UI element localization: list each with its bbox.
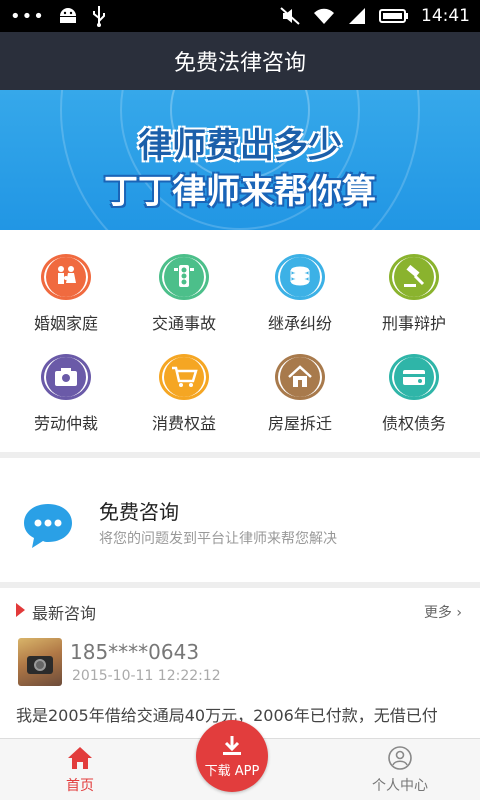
category-criminal-defense[interactable]: 刑事辩护 bbox=[354, 230, 474, 333]
category-label: 消费权益 bbox=[151, 414, 216, 433]
camera-icon bbox=[41, 354, 91, 400]
status-bar: ••• 14:41 bbox=[0, 0, 480, 32]
promo-banner[interactable]: 律师费出多少 丁丁律师来帮你算 bbox=[0, 90, 480, 230]
category-grid: 婚姻家庭 交通事故 继承纠纷 刑事辩护 劳动仲裁 消费权益 房屋拆迁 债权债务 bbox=[0, 230, 480, 452]
category-label: 劳动仲裁 bbox=[33, 414, 98, 433]
latest-title: 最新咨询 bbox=[32, 604, 97, 623]
traffic-light-icon bbox=[159, 254, 209, 300]
user-icon bbox=[388, 746, 412, 770]
banner-line-1: 律师费出多少 bbox=[138, 126, 342, 166]
more-label: 更多 bbox=[423, 605, 452, 621]
consult-title: 免费咨询 bbox=[99, 500, 179, 524]
clock: 14:41 bbox=[421, 6, 470, 26]
android-icon bbox=[59, 8, 76, 23]
category-inheritance[interactable]: 继承纠纷 bbox=[240, 230, 360, 333]
gavel-icon bbox=[389, 254, 439, 300]
download-app-button[interactable]: 下载 APP bbox=[196, 720, 268, 792]
nav-profile[interactable]: 个人中心 bbox=[320, 739, 480, 801]
more-link[interactable]: 更多 › bbox=[424, 602, 462, 622]
category-consumer-rights[interactable]: 消费权益 bbox=[124, 330, 244, 433]
battery-icon bbox=[379, 9, 408, 23]
avatar bbox=[18, 638, 62, 686]
category-marriage-family[interactable]: 婚姻家庭 bbox=[6, 230, 126, 333]
banner-line-2: 丁丁律师来帮你算 bbox=[104, 172, 376, 212]
nav-home[interactable]: 首页 bbox=[0, 739, 160, 801]
mute-icon bbox=[280, 7, 300, 25]
wifi-icon bbox=[314, 8, 334, 24]
chevron-right-icon: › bbox=[456, 605, 462, 621]
latest-consultations: 最新咨询 更多 › 185****0643 2015-10-11 12:22:1… bbox=[0, 588, 480, 738]
consult-subtitle: 将您的问题发到平台让律师来帮您解决 bbox=[99, 531, 337, 547]
house-icon bbox=[275, 354, 325, 400]
category-labor-arbitration[interactable]: 劳动仲裁 bbox=[6, 330, 126, 433]
section-marker-icon bbox=[16, 603, 25, 617]
category-house-demolition[interactable]: 房屋拆迁 bbox=[240, 330, 360, 433]
app-header: 免费法律咨询 bbox=[0, 32, 480, 90]
user-phone: 185****0643 bbox=[70, 640, 200, 664]
usb-icon bbox=[92, 6, 105, 27]
signal-icon bbox=[349, 8, 365, 24]
coins-icon bbox=[275, 254, 325, 300]
consult-timestamp: 2015-10-11 12:22:12 bbox=[72, 668, 221, 684]
category-label: 房屋拆迁 bbox=[267, 414, 332, 433]
download-app-label: 下载 APP bbox=[204, 764, 260, 779]
latest-header: 最新咨询 更多 › bbox=[0, 588, 480, 632]
wallet-icon bbox=[389, 354, 439, 400]
category-debt[interactable]: 债权债务 bbox=[354, 330, 474, 433]
free-consult-card[interactable]: 免费咨询 将您的问题发到平台让律师来帮您解决 bbox=[0, 458, 480, 582]
family-icon bbox=[41, 254, 91, 300]
category-label: 债权债务 bbox=[381, 414, 446, 433]
notification-dots: ••• bbox=[10, 5, 45, 27]
nav-home-label: 首页 bbox=[66, 778, 94, 794]
cart-icon bbox=[159, 354, 209, 400]
category-traffic-accident[interactable]: 交通事故 bbox=[124, 230, 244, 333]
home-icon bbox=[68, 747, 92, 769]
page-title: 免费法律咨询 bbox=[173, 51, 306, 76]
chat-bubble-icon bbox=[24, 504, 72, 548]
nav-profile-label: 个人中心 bbox=[372, 778, 428, 794]
download-icon bbox=[223, 736, 241, 755]
